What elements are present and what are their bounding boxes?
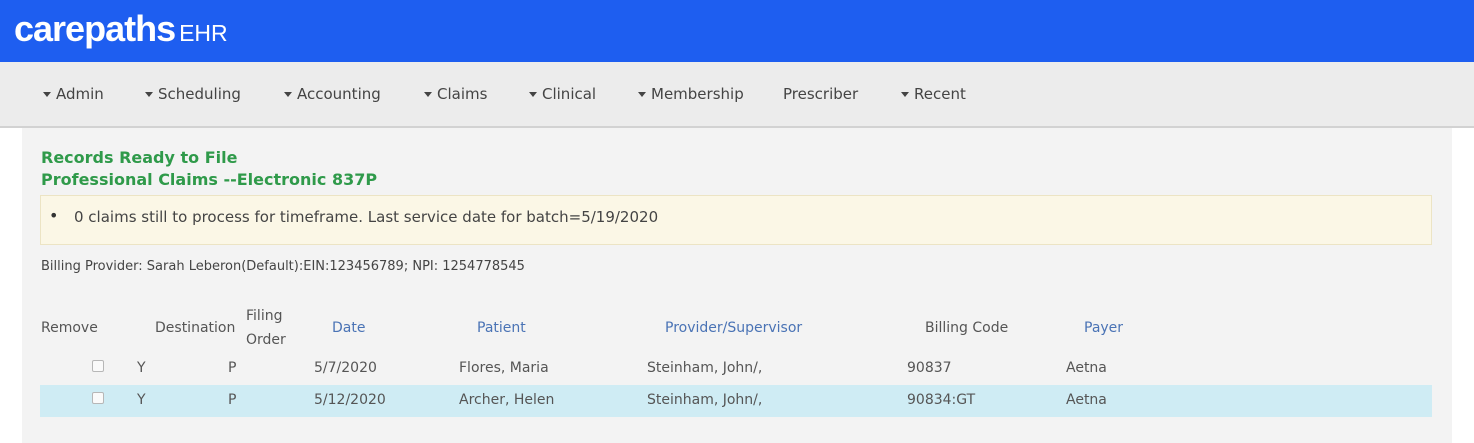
nav-admin[interactable]: Admin xyxy=(43,85,104,103)
nav-prescriber[interactable]: Prescriber xyxy=(783,85,858,103)
nav-claims[interactable]: Claims xyxy=(424,85,487,103)
cell-billing-code: 90834:GT xyxy=(907,392,976,408)
cell-payer: Aetna xyxy=(1066,360,1107,376)
table-row-selected[interactable]: Y P 5/12/2020 Archer, Helen Steinham, Jo… xyxy=(40,385,1432,417)
bullet-icon: • xyxy=(49,206,59,225)
nav-recent[interactable]: Recent xyxy=(901,85,966,103)
col-header-patient[interactable]: Patient xyxy=(477,320,526,336)
page-subtitle: Professional Claims --Electronic 837P xyxy=(41,170,378,189)
nav-membership-label: Membership xyxy=(651,85,744,103)
remove-checkbox[interactable] xyxy=(92,360,104,372)
nav-accounting[interactable]: Accounting xyxy=(284,85,381,103)
cell-provider: Steinham, John/, xyxy=(647,392,763,408)
nav-accounting-label: Accounting xyxy=(297,85,381,103)
cell-filing-order: P xyxy=(228,360,237,376)
info-notice: • 0 claims still to process for timefram… xyxy=(40,195,1432,245)
caret-down-icon xyxy=(145,92,153,97)
caret-down-icon xyxy=(424,92,432,97)
cell-patient: Archer, Helen xyxy=(459,392,555,408)
notice-message: 0 claims still to process for timeframe.… xyxy=(74,208,659,226)
nav-clinical[interactable]: Clinical xyxy=(529,85,596,103)
table-row[interactable]: Y P 5/7/2020 Flores, Maria Steinham, Joh… xyxy=(40,353,1432,385)
remove-checkbox[interactable] xyxy=(92,392,104,404)
col-header-destination: Destination xyxy=(155,320,236,336)
cell-destination: Y xyxy=(137,360,146,376)
cell-patient: Flores, Maria xyxy=(459,360,549,376)
nav-prescriber-label: Prescriber xyxy=(783,85,859,103)
cell-destination: Y xyxy=(137,392,146,408)
nav-scheduling[interactable]: Scheduling xyxy=(145,85,241,103)
billing-provider-text: Billing Provider: Sarah Leberon(Default)… xyxy=(41,259,525,274)
col-header-remove: Remove xyxy=(41,320,98,336)
col-header-provider[interactable]: Provider/Supervisor xyxy=(665,320,802,336)
cell-provider: Steinham, John/, xyxy=(647,360,763,376)
app-header: carepaths EHR xyxy=(0,0,1474,62)
logo-brand: carepaths xyxy=(14,8,176,49)
logo-ehr: EHR xyxy=(179,20,228,46)
cell-date: 5/7/2020 xyxy=(314,360,377,376)
caret-down-icon xyxy=(901,92,909,97)
nav-recent-label: Recent xyxy=(914,85,966,103)
carepaths-logo[interactable]: carepaths EHR xyxy=(14,8,228,50)
nav-clinical-label: Clinical xyxy=(542,85,597,103)
cell-billing-code: 90837 xyxy=(907,360,952,376)
col-header-payer[interactable]: Payer xyxy=(1084,320,1123,336)
col-header-billing-code: Billing Code xyxy=(925,320,1009,336)
cell-date: 5/12/2020 xyxy=(314,392,386,408)
nav-claims-label: Claims xyxy=(437,85,488,103)
cell-filing-order: P xyxy=(228,392,237,408)
caret-down-icon xyxy=(638,92,646,97)
caret-down-icon xyxy=(284,92,292,97)
col-header-date[interactable]: Date xyxy=(332,320,365,336)
main-nav: Admin Scheduling Accounting Claims Clini… xyxy=(0,62,1474,128)
main-content: Records Ready to File Professional Claim… xyxy=(22,128,1452,443)
nav-membership[interactable]: Membership xyxy=(638,85,744,103)
caret-down-icon xyxy=(43,92,51,97)
caret-down-icon xyxy=(529,92,537,97)
page-title: Records Ready to File xyxy=(41,148,238,167)
nav-admin-label: Admin xyxy=(56,85,104,103)
nav-scheduling-label: Scheduling xyxy=(158,85,241,103)
cell-payer: Aetna xyxy=(1066,392,1107,408)
col-header-filing-order: Filing Order xyxy=(246,308,286,348)
